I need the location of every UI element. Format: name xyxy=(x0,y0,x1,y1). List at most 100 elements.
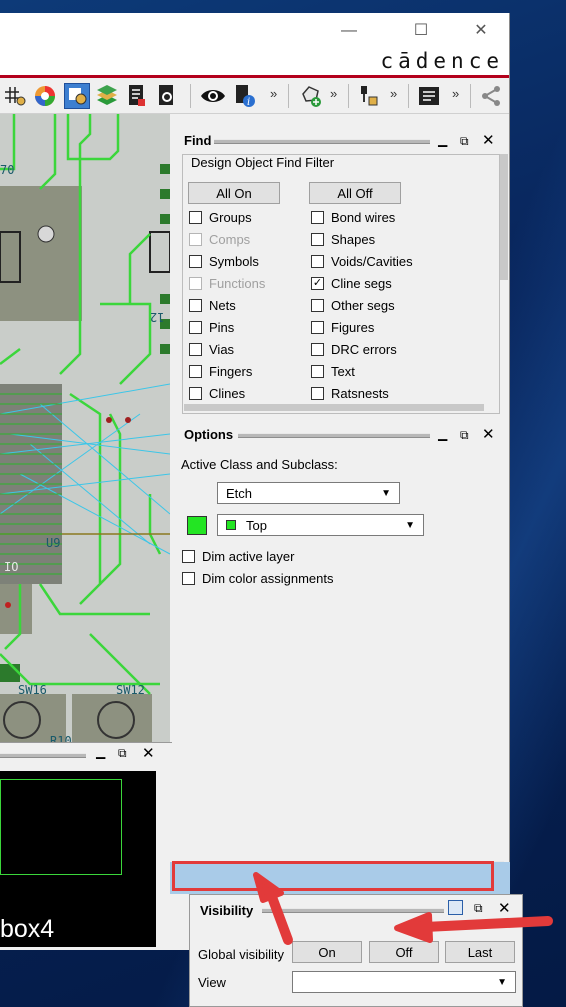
global-visibility-off-button[interactable]: Off xyxy=(369,941,439,963)
world-view-header: ▁ ⧉ ✕ xyxy=(0,743,172,767)
close-button[interactable]: ✕ xyxy=(466,19,496,43)
checkbox-box[interactable] xyxy=(311,254,324,268)
checkbox-box[interactable] xyxy=(311,298,324,312)
checkbox-box[interactable] xyxy=(311,364,324,378)
checkbox-box[interactable] xyxy=(189,254,202,268)
options-panel: Options ▁ ⧉ ✕ Active Class and Subclass:… xyxy=(174,417,509,867)
toolbar-overflow-icon[interactable]: » xyxy=(390,86,397,101)
find-filter-vias-checkbox[interactable]: Vias xyxy=(189,340,234,358)
title-bar: — ☐ ✕ cādence xyxy=(0,13,509,75)
find-filter-bond-wires-checkbox[interactable]: Bond wires xyxy=(311,208,395,226)
checkbox-box[interactable] xyxy=(311,210,324,224)
color-wheel-icon[interactable] xyxy=(32,83,58,109)
close-panel-icon[interactable]: ✕ xyxy=(482,425,495,443)
connect-icon[interactable] xyxy=(356,83,382,109)
visibility-eye-icon[interactable] xyxy=(200,83,226,109)
panel-grip[interactable] xyxy=(0,753,86,758)
find-filter-ratsnests-checkbox[interactable]: Ratsnests xyxy=(311,384,389,402)
checkbox-box[interactable] xyxy=(182,571,195,585)
global-visibility-on-button[interactable]: On xyxy=(292,941,362,963)
share-icon[interactable] xyxy=(478,83,504,109)
layers-icon[interactable] xyxy=(94,83,120,109)
find-filter-shapes-checkbox[interactable]: Shapes xyxy=(311,230,375,248)
find-filter-pins-checkbox[interactable]: Pins xyxy=(189,318,234,336)
checkbox-box[interactable] xyxy=(311,232,324,246)
float-panel-icon[interactable]: ⧉ xyxy=(460,428,469,443)
manufacture-icon[interactable] xyxy=(416,83,442,109)
dim-color-assignments-checkbox[interactable]: Dim color assignments xyxy=(182,569,334,587)
view-label: View xyxy=(198,975,226,990)
checkbox-box[interactable] xyxy=(311,320,324,334)
toolbar-separator xyxy=(288,84,289,108)
close-panel-icon[interactable]: ✕ xyxy=(142,744,155,762)
find-filter-voids-cavities-checkbox[interactable]: Voids/Cavities xyxy=(311,252,413,270)
report-icon[interactable] xyxy=(124,83,150,109)
sw12-label: SW12 xyxy=(116,683,145,697)
grid-icon[interactable] xyxy=(2,83,28,109)
ref-label: 70 xyxy=(0,163,15,177)
toolbar-overflow-icon[interactable]: » xyxy=(330,86,337,101)
toolbar-overflow-icon[interactable]: » xyxy=(452,86,459,101)
checkbox-box[interactable] xyxy=(189,320,202,334)
find-filter-clines-checkbox[interactable]: Clines xyxy=(189,384,245,402)
visibility-title: Visibility xyxy=(200,903,254,918)
find-filter-nets-checkbox[interactable]: Nets xyxy=(189,296,236,314)
all-off-button[interactable]: All Off xyxy=(309,182,401,204)
subclass-select[interactable]: Top ▼ xyxy=(217,514,424,536)
checkbox-box[interactable] xyxy=(182,549,195,563)
io-label: IO xyxy=(4,560,19,574)
float-panel-icon[interactable]: ⧉ xyxy=(118,746,127,761)
svg-text:i: i xyxy=(247,97,250,108)
dim-active-layer-checkbox[interactable]: Dim active layer xyxy=(182,547,294,565)
class-select[interactable]: Etch ▼ xyxy=(217,482,400,504)
settings-icon[interactable] xyxy=(154,83,180,109)
find-filter-text-checkbox[interactable]: Text xyxy=(311,362,355,380)
checkbox-label: Bond wires xyxy=(331,209,396,225)
box-label: box4 xyxy=(0,915,55,943)
panel-grip[interactable] xyxy=(238,433,430,438)
panel-grip[interactable] xyxy=(214,139,430,144)
subclass-color-swatch[interactable] xyxy=(187,516,207,535)
checkbox-box[interactable] xyxy=(311,386,324,400)
checkmark-icon[interactable]: ✓ xyxy=(311,276,324,290)
dim-color-assignments-label: Dim color assignments xyxy=(202,570,334,586)
find-filter-cline-segs-checkbox[interactable]: ✓ Cline segs xyxy=(311,274,392,292)
all-on-button[interactable]: All On xyxy=(188,182,280,204)
find-filter-groups-checkbox[interactable]: Groups xyxy=(189,208,252,226)
design-canvas[interactable]: 70 12 U9 IO SW16 SW12 R10 xyxy=(0,114,170,742)
maximize-button[interactable]: ☐ xyxy=(406,19,436,43)
shape-add-icon[interactable] xyxy=(298,83,324,109)
checkbox-box[interactable] xyxy=(189,298,202,312)
checkbox-box[interactable] xyxy=(189,364,202,378)
minimize-button[interactable]: — xyxy=(334,19,364,43)
color-dialog-icon[interactable] xyxy=(64,83,90,109)
main-toolbar: i » » » » xyxy=(0,78,509,114)
find-panel: Find ▁ ⧉ ✕ Design Object Find Filter All… xyxy=(174,114,509,414)
info-icon[interactable]: i xyxy=(232,83,258,109)
checkbox-box[interactable] xyxy=(189,386,202,400)
find-filter-symbols-checkbox[interactable]: Symbols xyxy=(189,252,259,270)
close-panel-icon[interactable]: ✕ xyxy=(482,131,495,149)
minimize-panel-icon[interactable] xyxy=(448,900,463,915)
find-horizontal-scrollbar[interactable] xyxy=(184,404,484,411)
find-vertical-scrollbar[interactable] xyxy=(500,154,508,280)
minimize-panel-icon[interactable]: ▁ xyxy=(96,745,105,759)
find-filter-fingers-checkbox[interactable]: Fingers xyxy=(189,362,252,380)
checkbox-box[interactable] xyxy=(189,210,202,224)
minimize-panel-icon[interactable]: ▁ xyxy=(438,133,447,147)
checkbox-box[interactable] xyxy=(311,342,324,356)
find-filter-figures-checkbox[interactable]: Figures xyxy=(311,318,374,336)
close-panel-icon[interactable]: ✕ xyxy=(498,899,511,917)
float-panel-icon[interactable]: ⧉ xyxy=(460,134,469,149)
r10-label: R10 xyxy=(50,734,72,742)
sw16-label: SW16 xyxy=(18,683,47,697)
view-select[interactable]: ▼ xyxy=(292,971,516,993)
minimize-panel-icon[interactable]: ▁ xyxy=(438,427,447,441)
panel-grip[interactable] xyxy=(262,908,444,913)
toolbar-overflow-icon[interactable]: » xyxy=(270,86,277,101)
checkbox-box[interactable] xyxy=(189,342,202,356)
find-filter-drc-errors-checkbox[interactable]: DRC errors xyxy=(311,340,397,358)
float-panel-icon[interactable]: ⧉ xyxy=(474,901,483,916)
global-visibility-last-button[interactable]: Last xyxy=(445,941,515,963)
find-filter-other-segs-checkbox[interactable]: Other segs xyxy=(311,296,395,314)
